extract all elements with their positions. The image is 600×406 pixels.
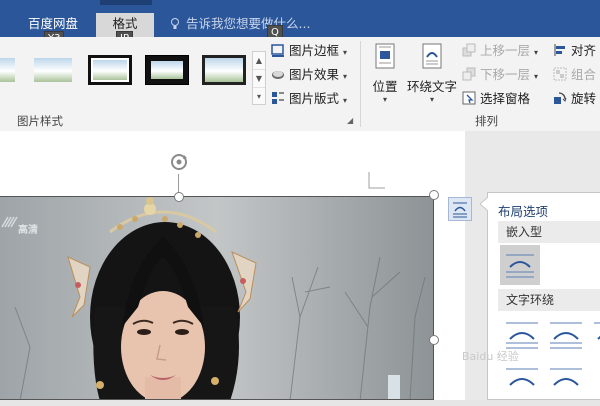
picture-effects-icon (272, 71, 284, 79)
dialog-launcher-icon[interactable]: ◢ (347, 117, 355, 125)
picture-style-5[interactable] (202, 55, 246, 85)
gallery-more-icon[interactable]: ▾ (253, 88, 265, 105)
send-backward-icon (462, 67, 476, 81)
align-icon (554, 44, 565, 56)
tell-me-search[interactable]: 告诉我您想要做什么... (170, 13, 310, 35)
group-separator (360, 41, 361, 127)
contextual-tab-indicator (100, 0, 152, 5)
ribbon: ▲ ▼ ▾ 图片样式 图片边框 ▾ 图片效果 ▾ 图片版式 ▾ ◢ 位置 ▾ 环… (0, 37, 600, 132)
panel-pointer (480, 197, 488, 211)
layout-options-button[interactable] (448, 197, 472, 221)
scroll-down-icon[interactable]: ▼ (253, 70, 265, 88)
bring-forward-button[interactable]: 上移一层 ▾ (462, 41, 538, 61)
wrap-tight-option[interactable] (546, 317, 586, 357)
section-text-wrapping: 文字环绕 (498, 289, 600, 311)
wrap-top-bottom-icon (506, 368, 538, 386)
position-label: 位置 (372, 79, 398, 94)
picture-layout-icon (272, 92, 284, 104)
wrap-tight-icon (550, 322, 582, 349)
panel-title: 布局选项 (498, 204, 549, 219)
wrap-behind-text-icon (550, 368, 582, 386)
tell-me-placeholder: 告诉我您想要做什么... (186, 16, 311, 31)
chevron-down-icon: ▾ (343, 96, 348, 105)
rotate-label: 旋转 (571, 91, 597, 106)
resize-handle-right[interactable] (429, 335, 439, 345)
group-objects-label: 组合 (571, 67, 597, 82)
group-objects-icon (553, 67, 567, 81)
lightbulb-icon (171, 18, 179, 29)
rotate-handle-line (178, 174, 179, 194)
send-backward-label: 下移一层 (480, 67, 531, 82)
bring-forward-icon (462, 43, 476, 57)
wrap-text-icon (422, 43, 442, 69)
picture-border-label: 图片边框 (289, 43, 340, 58)
wrap-inline-option[interactable] (500, 245, 540, 285)
channel-tag: 高清 (18, 225, 38, 236)
picture-layout-button[interactable]: 图片版式 ▾ (271, 89, 347, 109)
picture-style-1[interactable] (0, 55, 18, 85)
layout-options-icon (453, 202, 467, 218)
chevron-down-icon: ▾ (382, 95, 387, 104)
chevron-down-icon: ▾ (343, 72, 348, 81)
group-label-arrange: 排列 (475, 114, 498, 128)
scroll-up-icon[interactable]: ▲ (253, 52, 265, 70)
picture-style-2[interactable] (31, 55, 75, 85)
watermark: Baidu 经验 (462, 350, 519, 363)
gallery-scroll[interactable]: ▲ ▼ ▾ (252, 51, 266, 105)
resize-handle-top[interactable] (174, 192, 184, 202)
wrap-through-icon (594, 322, 600, 340)
wrap-text-label: 环绕文字 (406, 79, 457, 94)
chevron-down-icon: ▾ (343, 48, 348, 57)
picture-style-3[interactable] (88, 55, 132, 85)
selection-pane-button[interactable]: 选择窗格 (462, 89, 530, 109)
layout-options-panel: 布局选项 嵌入型 文字环绕 (480, 192, 600, 403)
chevron-down-icon: ▾ (534, 48, 539, 57)
rotate-icon (554, 92, 567, 104)
position-button[interactable]: 位置 ▾ (368, 43, 402, 104)
wrap-text-button[interactable]: 环绕文字 ▾ (406, 43, 458, 104)
picture-effects-button[interactable]: 图片效果 ▾ (271, 65, 347, 85)
selection-pane-icon (462, 91, 476, 105)
align-button[interactable]: 对齐 (553, 41, 596, 61)
margin-corner-mark (368, 172, 385, 189)
selection-pane-label: 选择窗格 (480, 91, 531, 106)
align-label: 对齐 (571, 43, 597, 58)
picture-layout-label: 图片版式 (289, 91, 340, 106)
picture-border-button[interactable]: 图片边框 ▾ (271, 41, 347, 61)
rotate-button[interactable]: 旋转 (553, 89, 596, 109)
rotate-handle-icon[interactable] (167, 150, 191, 174)
portrait-image (0, 197, 433, 399)
bring-forward-label: 上移一层 (480, 43, 531, 58)
wrap-inline-icon (506, 254, 534, 278)
chevron-down-icon: ▾ (429, 95, 434, 104)
wrap-behind-text-option[interactable] (546, 363, 586, 403)
position-icon (375, 43, 395, 69)
picture-border-icon (271, 44, 284, 57)
group-label-picture-styles: 图片样式 (17, 114, 63, 128)
ribbon-tab-bar: 百度网盘 格式 告诉我您想要做什么... (0, 0, 600, 37)
send-backward-button[interactable]: 下移一层 ▾ (462, 65, 538, 85)
picture-style-4[interactable] (145, 55, 189, 85)
section-inline: 嵌入型 (498, 221, 600, 243)
chevron-down-icon: ▾ (534, 72, 539, 81)
selected-picture[interactable]: 高清 (0, 196, 434, 400)
wrap-through-option[interactable] (590, 317, 600, 357)
resize-handle-top-right[interactable] (429, 190, 439, 200)
wrap-top-bottom-option[interactable] (502, 363, 542, 403)
group-objects-button[interactable]: 组合 (553, 65, 596, 85)
picture-effects-label: 图片效果 (289, 67, 340, 82)
